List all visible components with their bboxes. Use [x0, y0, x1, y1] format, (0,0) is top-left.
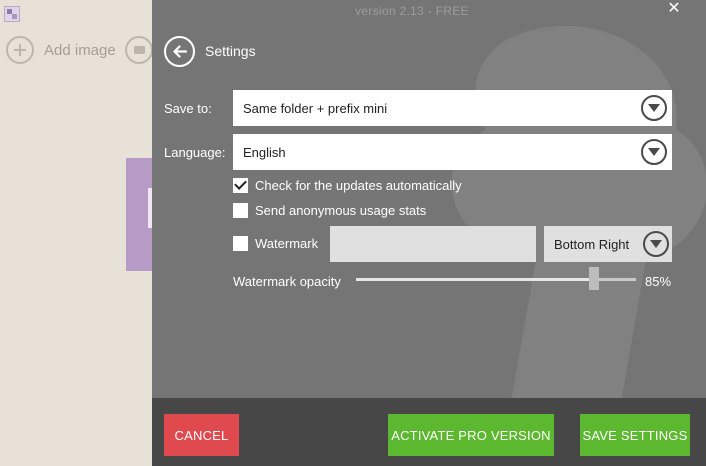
language-value: English — [243, 144, 286, 160]
footer-bar: CANCEL ACTIVATE PRO VERSION SAVE SETTING… — [152, 398, 706, 466]
watermark-position-value: Bottom Right — [554, 236, 630, 252]
watermark-row[interactable]: Watermark — [233, 236, 318, 251]
save-settings-button[interactable]: SAVE SETTINGS — [580, 414, 690, 456]
logo-watermark-icon — [451, 25, 706, 430]
save-to-value: Same folder + prefix mini — [243, 100, 388, 116]
watermark-text-input[interactable] — [330, 226, 536, 262]
usage-stats-row[interactable]: Send anonymous usage stats — [233, 203, 426, 218]
back-button[interactable] — [164, 36, 195, 67]
check-updates-label: Check for the updates automatically — [255, 178, 462, 193]
folder-icon[interactable] — [125, 36, 153, 64]
save-to-select[interactable]: Same folder + prefix mini — [233, 90, 672, 126]
opacity-value: 85% — [645, 274, 672, 289]
add-image-button[interactable]: Add image — [6, 36, 116, 64]
page-title: Settings — [205, 43, 256, 59]
usage-stats-checkbox[interactable] — [233, 203, 248, 218]
usage-stats-label: Send anonymous usage stats — [255, 203, 427, 218]
activate-pro-button[interactable]: ACTIVATE PRO VERSION — [388, 414, 554, 456]
cancel-button[interactable]: CANCEL — [164, 414, 239, 456]
back-arrow-icon — [173, 45, 187, 58]
chevron-down-icon[interactable] — [641, 139, 667, 165]
close-icon[interactable]: ✕ — [666, 1, 682, 17]
opacity-slider-thumb[interactable] — [589, 267, 599, 290]
language-label: Language: — [164, 145, 226, 160]
check-updates-checkbox[interactable] — [233, 178, 248, 193]
save-to-label: Save to: — [164, 101, 212, 116]
chevron-down-icon[interactable] — [641, 95, 667, 121]
watermark-opacity-label: Watermark opacity — [233, 274, 341, 289]
watermark-label: Watermark — [255, 236, 319, 251]
opacity-slider-fill — [356, 278, 594, 281]
settings-panel: version 2.13 - FREE ✕ Settings Save to: … — [152, 0, 706, 466]
add-image-label: Add image — [44, 41, 116, 59]
app-icon — [4, 6, 20, 22]
chevron-down-icon[interactable] — [643, 231, 669, 257]
add-icon — [6, 36, 34, 64]
language-select[interactable]: English — [233, 134, 672, 170]
watermark-checkbox[interactable] — [233, 236, 248, 251]
version-label: version 2.13 - FREE — [355, 4, 469, 18]
watermark-position-select[interactable]: Bottom Right — [544, 226, 672, 262]
check-updates-row[interactable]: Check for the updates automatically — [233, 178, 462, 193]
opacity-slider[interactable] — [356, 267, 636, 290]
